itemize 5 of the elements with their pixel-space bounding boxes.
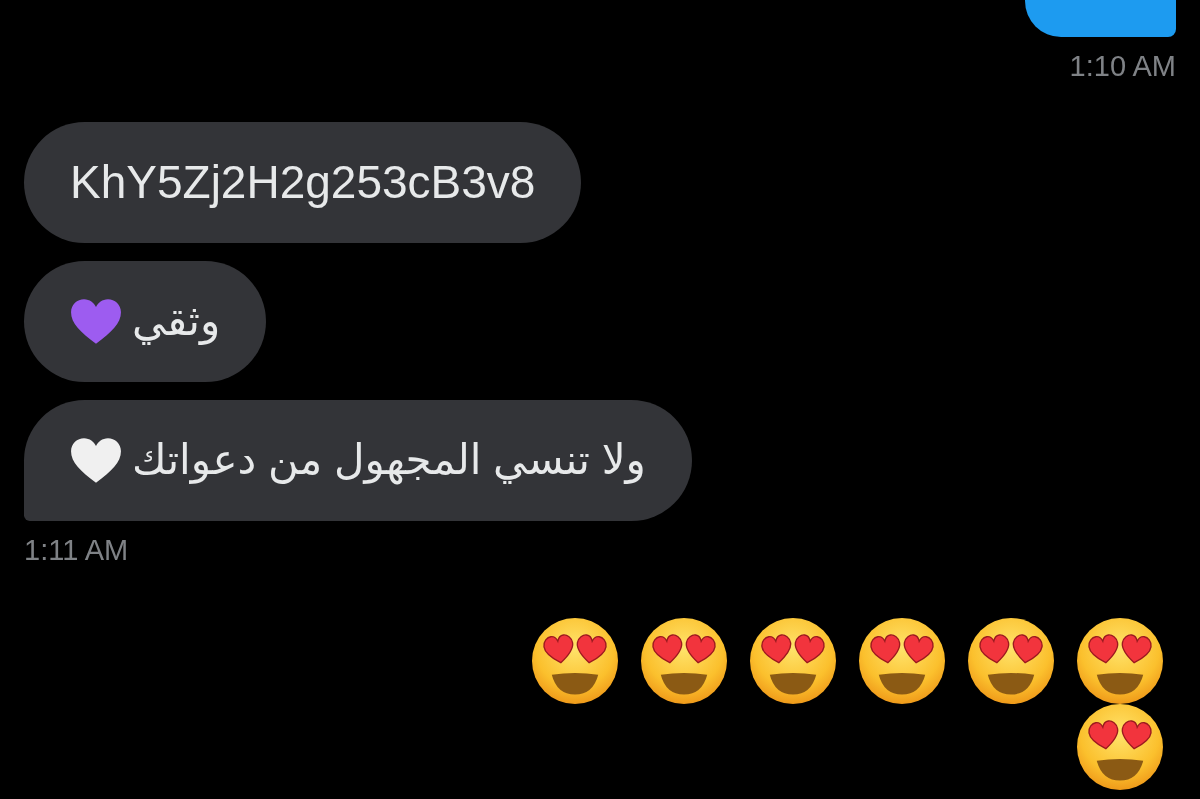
message-text: وثقي [132, 296, 221, 347]
message-text: KhY5Zj2H2g253cB3v8 [70, 154, 536, 210]
timestamp: 1:11 AM [24, 532, 129, 568]
message-text: ولا تنسي المجهول من دعواتك [132, 435, 646, 486]
timestamp: 1:10 AM [1069, 49, 1176, 84]
